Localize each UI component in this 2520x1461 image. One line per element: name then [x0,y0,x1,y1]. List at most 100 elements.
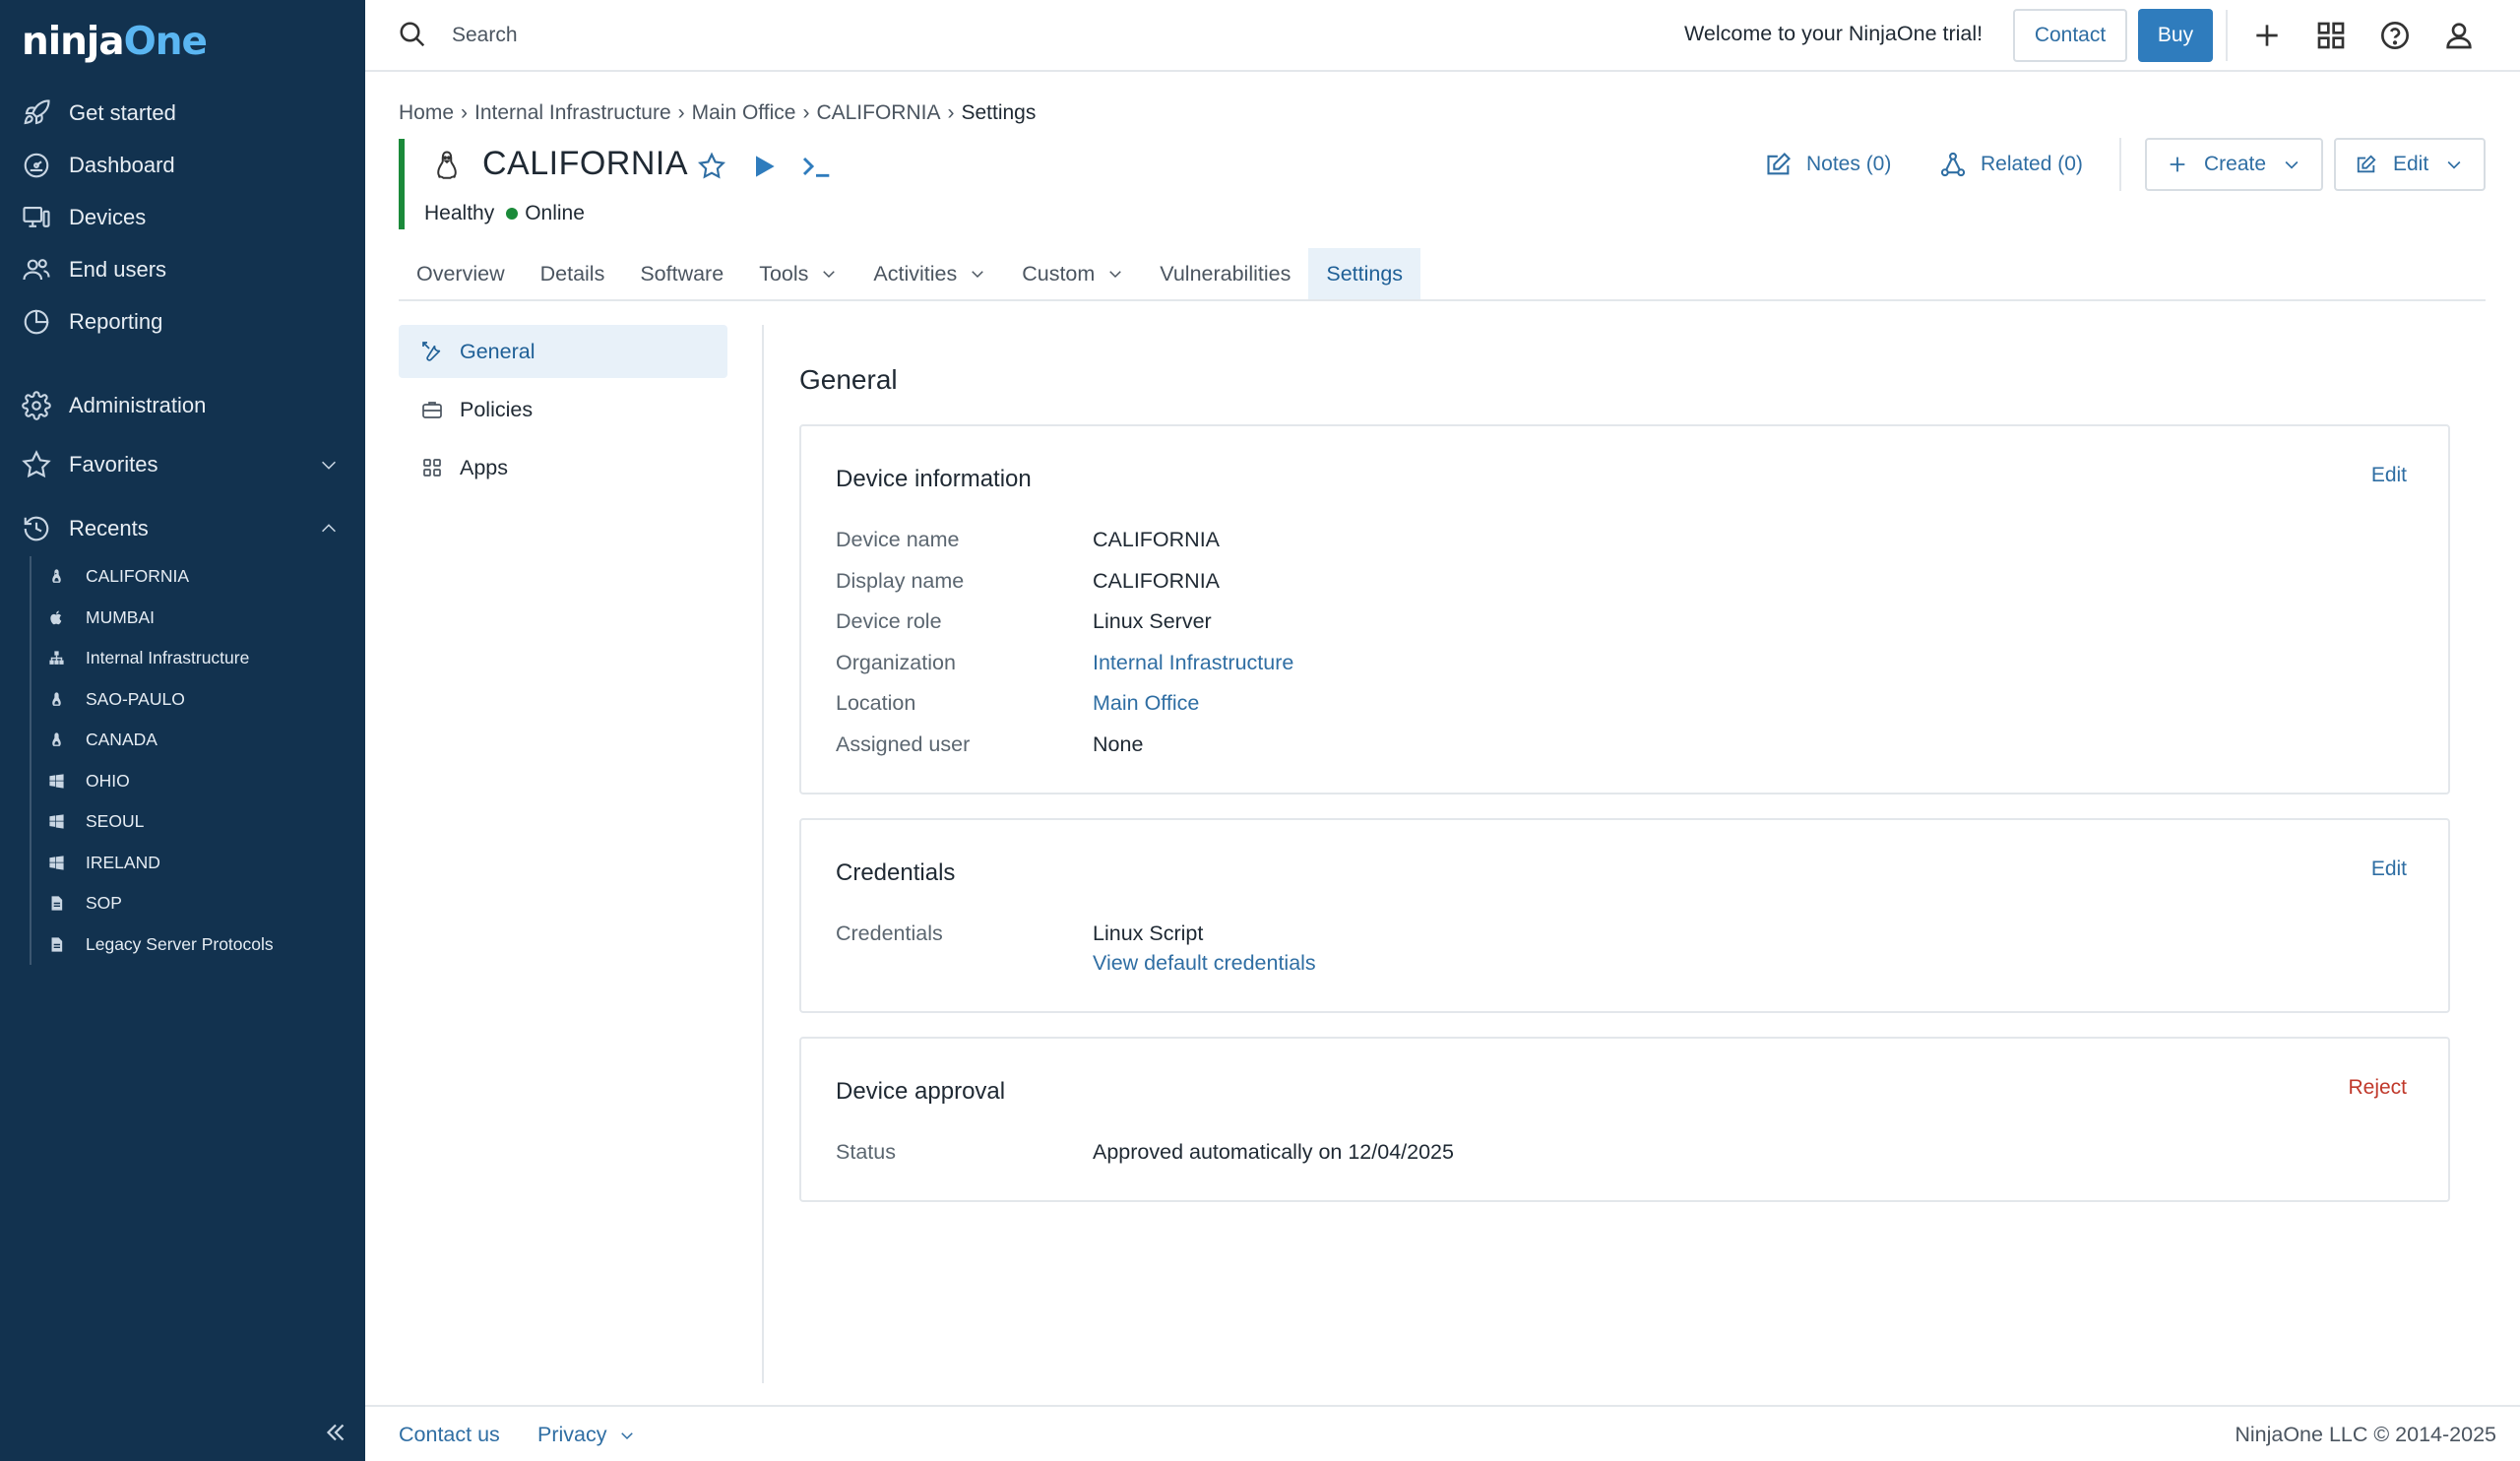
collapse-sidebar-icon[interactable] [321,1418,350,1447]
favorite-star-icon[interactable] [696,151,727,182]
sidebar-item-reporting[interactable]: Reporting [0,297,365,347]
sidebar-item-favorites[interactable]: Favorites [0,440,365,489]
tools-wrench-icon [422,342,441,361]
settings-menu-general[interactable]: General [399,325,727,378]
tab-details[interactable]: Details [523,248,623,299]
device-name-row: Device name CALIFORNIA [836,528,1221,551]
device-health-bar [399,139,405,229]
tab-software[interactable]: Software [622,248,741,299]
copyright: NinjaOne LLC © 2014-2025 [2235,1423,2496,1446]
sidebar-item-administration[interactable]: Administration [0,381,365,430]
view-default-credentials-link[interactable]: View default credentials [1093,951,1316,976]
chevron-right-icon: › [947,101,955,124]
reject-link[interactable]: Reject [2348,1076,2407,1100]
search-icon[interactable] [398,20,427,49]
topbar: Welcome to your NinjaOne trial! Contact … [365,0,2520,72]
device-info-edit-link[interactable]: Edit [2371,464,2407,487]
recent-item-california[interactable]: CALIFORNIA [32,556,345,598]
tab-settings[interactable]: Settings [1308,248,1421,299]
buy-button[interactable]: Buy [2138,9,2213,62]
document-icon [51,937,63,952]
recent-item-canada[interactable]: CANADA [32,720,345,761]
ninjaone-logo[interactable]: ninja One [22,20,208,69]
tab-custom[interactable]: Custom [1004,248,1142,299]
create-dropdown-button[interactable]: Create [2145,138,2323,191]
chevron-right-icon: › [802,101,810,124]
menu-divider [762,325,764,1383]
settings-menu-apps[interactable]: Apps [399,441,727,494]
online-status: Online [525,202,585,224]
chevron-down-icon [621,1431,634,1439]
chevron-down-icon [2285,160,2299,169]
rocket-icon [24,99,50,125]
sidebar-item-devices[interactable]: Devices [0,193,365,242]
sidebar-item-end-users[interactable]: End users [0,245,365,294]
edit-dropdown-button[interactable]: Edit [2334,138,2486,191]
settings-menu-policies[interactable]: Policies [399,383,727,436]
breadcrumb-home[interactable]: Home [399,101,454,125]
device-status: Healthy Online [424,202,585,225]
pie-chart-icon [24,309,49,335]
sidebar-item-get-started[interactable]: Get started [0,89,365,138]
chevron-right-icon: › [677,101,685,124]
terminal-icon[interactable] [800,151,832,182]
recent-item-sao-paulo[interactable]: SAO-PAULO [32,679,345,721]
device-approval-card: Device approval Reject Status Approved a… [799,1037,2450,1202]
related-hierarchy-icon [1940,152,1966,177]
breadcrumb-location[interactable]: Main Office [692,101,796,125]
help-icon[interactable] [2379,20,2411,51]
display-name-row: Display name CALIFORNIA [836,569,1221,593]
tab-activities[interactable]: Activities [855,248,1004,299]
sidebar-item-dashboard[interactable]: Dashboard [0,141,365,190]
contact-us-link[interactable]: Contact us [399,1423,500,1447]
recent-item-legacy-server-protocols[interactable]: Legacy Server Protocols [32,924,345,966]
location-link[interactable]: Main Office [1093,691,1199,716]
plus-icon[interactable] [2251,20,2283,51]
tab-overview[interactable]: Overview [399,248,523,299]
star-icon [22,450,51,478]
card-title: Device information [836,466,1032,492]
document-icon [51,896,63,911]
card-title: Credentials [836,859,956,886]
recents-list: CALIFORNIA MUMBAI Internal Infrastructur… [30,556,345,965]
users-icon [23,259,50,281]
briefcase-icon [422,402,442,418]
user-profile-icon[interactable] [2443,20,2475,51]
chevron-down-icon [823,271,836,279]
recent-item-sop[interactable]: SOP [32,883,345,924]
tab-vulnerabilities[interactable]: Vulnerabilities [1142,248,1308,299]
note-edit-icon [1767,153,1791,175]
recent-item-mumbai[interactable]: MUMBAI [32,598,345,639]
chevron-up-icon[interactable] [318,518,340,540]
apple-icon [50,610,62,624]
recent-item-seoul[interactable]: SEOUL [32,801,345,843]
recent-item-internal-infrastructure[interactable]: Internal Infrastructure [32,638,345,679]
breadcrumb-current: Settings [961,101,1037,124]
organization-link[interactable]: Internal Infrastructure [1093,651,1293,675]
organization-icon [49,651,64,666]
privacy-dropdown[interactable]: Privacy [537,1423,636,1447]
recent-item-ireland[interactable]: IRELAND [32,843,345,884]
breadcrumb-device[interactable]: CALIFORNIA [816,101,940,125]
credentials-edit-link[interactable]: Edit [2371,858,2407,881]
online-dot-icon [506,208,519,220]
search-input[interactable] [452,18,944,53]
sidebar-item-recents[interactable]: Recents [0,504,365,553]
contact-button[interactable]: Contact [2013,9,2127,62]
apps-grid-icon[interactable] [2315,20,2347,51]
dashboard-gauge-icon [24,153,49,178]
sidebar-item-label: Devices [69,205,147,229]
related-link[interactable]: Related (0) [1939,150,2083,179]
history-icon [24,516,49,541]
notes-link[interactable]: Notes (0) [1765,150,1891,179]
card-title: Device approval [836,1078,1006,1105]
breadcrumb-organization[interactable]: Internal Infrastructure [474,101,671,125]
chevron-down-icon [972,271,983,279]
chevron-down-icon[interactable] [318,454,340,476]
run-play-icon[interactable] [748,151,780,182]
linux-icon [52,569,61,584]
assigned-user-row: Assigned user None [836,732,1144,756]
recent-item-ohio[interactable]: OHIO [32,761,345,802]
tab-tools[interactable]: Tools [741,248,855,299]
sidebar-item-label: Recents [69,516,149,540]
